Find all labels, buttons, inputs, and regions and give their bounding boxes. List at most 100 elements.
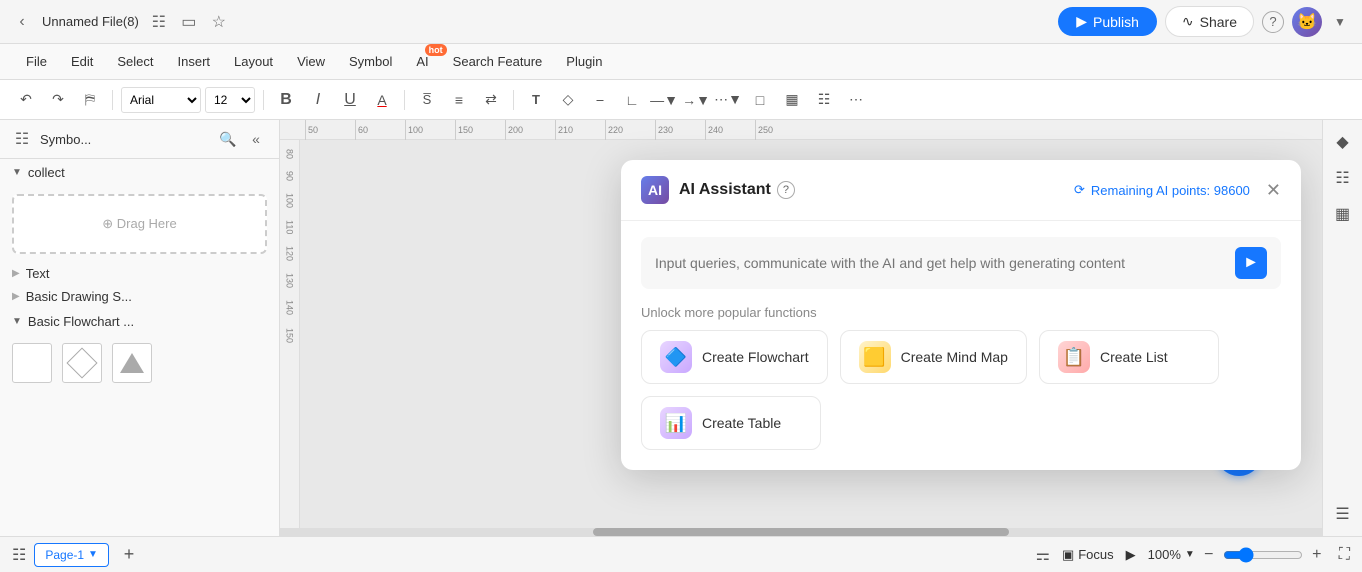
- layout-icon[interactable]: ☷: [149, 12, 169, 32]
- share-button[interactable]: ∿ Share: [1165, 6, 1254, 37]
- export-icon[interactable]: ▭: [179, 12, 199, 32]
- fullscreen-button[interactable]: ⛶: [1339, 546, 1350, 564]
- drag-here-area[interactable]: ⊕ Drag Here: [12, 194, 267, 254]
- menu-bar: File Edit Select Insert Layout View Symb…: [0, 44, 1362, 80]
- sidebar-header: ☷ Symbo... 🔍 «: [0, 120, 279, 159]
- star-icon[interactable]: ☆: [209, 12, 229, 32]
- ai-function-table[interactable]: 📊 Create Table: [641, 396, 821, 450]
- sidebar-collapse-icon[interactable]: «: [245, 128, 267, 150]
- dash-options-button[interactable]: ⋯▼: [714, 86, 742, 114]
- menu-layout[interactable]: Layout: [224, 50, 283, 73]
- separator-3: [404, 90, 405, 110]
- pages-icon[interactable]: ☷: [12, 545, 26, 565]
- font-size-select[interactable]: 12: [205, 87, 255, 113]
- zoom-out-button[interactable]: −: [1199, 545, 1219, 565]
- sidebar-item-text[interactable]: ▶ Text: [0, 262, 279, 285]
- menu-symbol[interactable]: Symbol: [339, 50, 402, 73]
- strikethrough-button[interactable]: S̅: [413, 86, 441, 114]
- ai-dialog-overlay: AI AI Assistant ? ⟳ Remaining AI points:…: [280, 120, 1322, 536]
- more-button[interactable]: ⋯: [842, 86, 870, 114]
- chevron-down-icon[interactable]: ▼: [1330, 12, 1350, 32]
- align-button[interactable]: ≡: [445, 86, 473, 114]
- ai-points-icon: ⟳: [1074, 182, 1085, 198]
- menu-view[interactable]: View: [287, 50, 335, 73]
- right-panel-grid-icon[interactable]: ▦: [1329, 200, 1357, 228]
- shape-triangle[interactable]: [112, 343, 152, 383]
- right-panel-style-icon[interactable]: ◆: [1329, 128, 1357, 156]
- zoom-dropdown-icon[interactable]: ▼: [1185, 549, 1195, 560]
- collect-label: collect: [28, 165, 65, 180]
- layers-bottom-icon[interactable]: ⚎: [1036, 545, 1050, 565]
- help-icon[interactable]: ?: [1262, 11, 1284, 33]
- arrow-options-button[interactable]: →▼: [682, 86, 710, 114]
- back-icon[interactable]: ‹: [12, 12, 32, 32]
- separator-4: [513, 90, 514, 110]
- swimlane-button[interactable]: ▦: [778, 86, 806, 114]
- flowchart-icon: 🔷: [660, 341, 692, 373]
- publish-icon: ▶: [1076, 13, 1087, 30]
- font-family-select[interactable]: Arial: [121, 87, 201, 113]
- right-panel-format-icon[interactable]: ☰: [1329, 500, 1357, 528]
- connector-button[interactable]: ∟: [618, 86, 646, 114]
- zoom-level-label: 100%: [1148, 547, 1181, 562]
- section-collect[interactable]: ▼ collect: [0, 159, 279, 186]
- list-label: Create List: [1100, 349, 1168, 365]
- menu-plugin[interactable]: Plugin: [556, 50, 612, 73]
- publish-button[interactable]: ▶ Publish: [1058, 7, 1157, 36]
- bottom-bar: ☷ Page-1 ▼ + ⚎ ▣ Focus ▶ 100% ▼ − + ⛶: [0, 536, 1362, 572]
- shape-fill-button[interactable]: ◇: [554, 86, 582, 114]
- menu-select[interactable]: Select: [107, 50, 163, 73]
- table-button[interactable]: ☷: [810, 86, 838, 114]
- page-1-label: Page-1: [45, 548, 84, 562]
- play-button[interactable]: ▶: [1126, 547, 1136, 563]
- mindmap-icon: 🟨: [859, 341, 891, 373]
- bottom-bar-right: ⚎ ▣ Focus ▶ 100% ▼ − + ⛶: [1036, 545, 1350, 565]
- page-tab-1[interactable]: Page-1 ▼: [34, 543, 109, 567]
- sidebar: ☷ Symbo... 🔍 « ▼ collect ⊕ Drag Here ▶ T…: [0, 120, 280, 536]
- line-options-button[interactable]: —▼: [650, 86, 678, 114]
- format-painter-button[interactable]: ⛿: [76, 86, 104, 114]
- align-options-button[interactable]: ⇄: [477, 86, 505, 114]
- section-basic-flowchart[interactable]: ▼ Basic Flowchart ...: [0, 308, 279, 335]
- right-panel-layers-icon[interactable]: ☷: [1329, 164, 1357, 192]
- text-label: Text: [26, 266, 50, 281]
- file-title: Unnamed File(8): [42, 14, 139, 29]
- drag-here-label: ⊕ Drag Here: [102, 216, 176, 232]
- add-page-button[interactable]: +: [117, 543, 141, 567]
- title-bar: ‹ Unnamed File(8) ☷ ▭ ☆ ▶ Publish ∿ Shar…: [0, 0, 1362, 44]
- menu-insert[interactable]: Insert: [168, 50, 221, 73]
- container-button[interactable]: □: [746, 86, 774, 114]
- menu-search-feature[interactable]: Search Feature: [443, 50, 553, 73]
- ai-function-list[interactable]: 📋 Create List: [1039, 330, 1219, 384]
- bold-button[interactable]: B: [272, 86, 300, 114]
- menu-edit[interactable]: Edit: [61, 50, 103, 73]
- ai-function-mindmap[interactable]: 🟨 Create Mind Map: [840, 330, 1027, 384]
- line-style-button[interactable]: ⎯: [586, 86, 614, 114]
- sidebar-header-icons: 🔍 «: [217, 128, 267, 150]
- ai-help-icon[interactable]: ?: [777, 181, 795, 199]
- undo-button[interactable]: ↶: [12, 86, 40, 114]
- flowchart-label: Basic Flowchart ...: [28, 314, 134, 329]
- menu-file[interactable]: File: [16, 50, 57, 73]
- zoom-in-button[interactable]: +: [1307, 545, 1327, 565]
- sidebar-search-icon[interactable]: 🔍: [217, 128, 239, 150]
- focus-button[interactable]: ▣ Focus: [1062, 547, 1114, 563]
- menu-ai-label: AI: [416, 54, 428, 69]
- avatar[interactable]: 🐱: [1292, 7, 1322, 37]
- redo-button[interactable]: ↷: [44, 86, 72, 114]
- underline-button[interactable]: U: [336, 86, 364, 114]
- menu-ai[interactable]: AI hot: [406, 50, 438, 73]
- zoom-slider[interactable]: [1223, 547, 1303, 563]
- text-button[interactable]: T: [522, 86, 550, 114]
- font-color-button[interactable]: A: [368, 86, 396, 114]
- ai-close-button[interactable]: ✕: [1266, 181, 1281, 199]
- ai-dialog-header: AI AI Assistant ? ⟳ Remaining AI points:…: [621, 160, 1301, 221]
- shape-rect[interactable]: [12, 343, 52, 383]
- ai-query-input[interactable]: [655, 255, 1225, 271]
- sidebar-item-basic-drawing[interactable]: ▶ Basic Drawing S...: [0, 285, 279, 308]
- ai-send-button[interactable]: ►: [1235, 247, 1267, 279]
- italic-button[interactable]: I: [304, 86, 332, 114]
- canvas-area: 50 60 100 150 200 210 220 230 240 250 80…: [280, 120, 1322, 536]
- shape-diamond[interactable]: [62, 343, 102, 383]
- ai-function-flowchart[interactable]: 🔷 Create Flowchart: [641, 330, 828, 384]
